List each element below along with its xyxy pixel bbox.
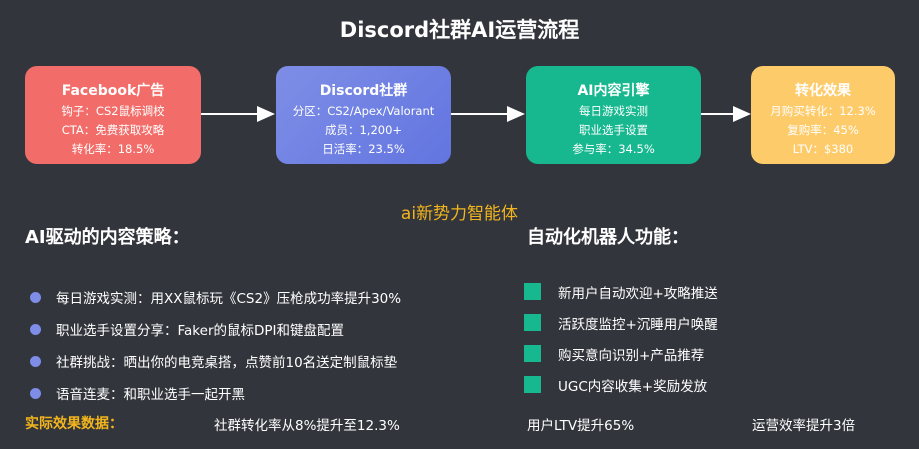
list-item-text: 社群挑战：晒出你的电竞桌搭，点赞前10名送定制鼠标垫 [56,355,398,371]
list-item: 职业选手设置分享：Faker的鼠标DPI和键盘配置 [30,313,401,345]
list-item-text: UGC内容收集+奖励发放 [558,378,708,395]
list-item: 每日游戏实测：用XX鼠标玩《CS2》压枪成功率提升30% [30,281,401,313]
list-item-text: 职业选手设置分享：Faker的鼠标DPI和键盘配置 [56,323,345,339]
bullet-dot-icon [30,355,41,367]
list-item-text: 活跃度监控+沉睡用户唤醒 [558,316,718,333]
ai-content-engine-card-line: 每日游戏实测 [579,104,648,118]
strategy-heading: AI驱动的内容策略： [25,227,190,248]
bullet-dot-icon [30,291,41,303]
result-metric: 运营效率提升3倍 [752,418,856,434]
brand-watermark: ai新势力智能体 [400,204,519,224]
bullet-dot-icon [30,323,41,335]
bot-features-list: 新用户自动欢迎+攻略推送 活跃度监控+沉睡用户唤醒 购买意向识别+产品推荐 UG… [524,276,718,400]
discord-community-card-line: 分区：CS2/Apex/Valorant [292,104,435,118]
bullet-square-icon [524,376,541,393]
page-title: Discord社群AI运营流程 [339,18,580,42]
bullet-square-icon [524,283,541,300]
list-item-text: 购买意向识别+产品推荐 [558,347,705,364]
list-item: 活跃度监控+沉睡用户唤醒 [524,307,718,338]
result-metric: 用户LTV提升65% [527,418,635,434]
conversion-result-card-title: 转化效果 [795,83,851,99]
conversion-result-card: 转化效果 月购买转化：12.3% 复购率：45% LTV：$380 [751,66,895,164]
bullet-square-icon [524,314,541,331]
ai-content-engine-card-line: 参与率：34.5% [572,142,655,156]
list-item: 语音连麦：和职业选手一起开黑 [30,377,401,409]
facebook-ad-card-line: CTA：免费获取攻略 [61,123,165,137]
discord-community-card: Discord社群 分区：CS2/Apex/Valorant 成员：1,200+… [276,66,451,164]
flow-arrow-icon [451,106,525,122]
bullet-dot-icon [30,387,41,399]
results-label: 实际效果数据： [25,416,123,432]
strategy-list: 每日游戏实测：用XX鼠标玩《CS2》压枪成功率提升30% 职业选手设置分享：Fa… [30,281,401,409]
list-item: 购买意向识别+产品推荐 [524,338,718,369]
ai-content-engine-card-title: AI内容引擎 [577,83,650,99]
discord-community-card-title: Discord社群 [319,83,408,99]
facebook-ad-card: Facebook广告 钩子：CS2鼠标调校 CTA：免费获取攻略 转化率：18.… [25,66,201,164]
list-item: UGC内容收集+奖励发放 [524,369,718,400]
conversion-result-card-line: LTV：$380 [792,142,854,156]
facebook-ad-card-title: Facebook广告 [61,83,165,99]
list-item-text: 每日游戏实测：用XX鼠标玩《CS2》压枪成功率提升30% [56,291,402,307]
conversion-result-card-line: 月购买转化：12.3% [770,104,876,118]
bullet-square-icon [524,345,541,362]
list-item: 社群挑战：晒出你的电竞桌搭，点赞前10名送定制鼠标垫 [30,345,401,377]
result-metric: 社群转化率从8%提升至12.3% [214,418,400,434]
list-item-text: 新用户自动欢迎+攻略推送 [558,285,718,302]
flow-arrow-icon [201,106,275,122]
discord-community-card-line: 日活率：23.5% [322,142,405,156]
conversion-result-card-line: 复购率：45% [787,123,859,137]
bot-features-heading: 自动化机器人功能： [527,227,689,248]
facebook-ad-card-line: 转化率：18.5% [71,142,155,156]
list-item: 新用户自动欢迎+攻略推送 [524,276,718,307]
facebook-ad-card-line: 钩子：CS2鼠标调校 [61,104,165,118]
list-item-text: 语音连麦：和职业选手一起开黑 [56,387,245,403]
discord-community-card-line: 成员：1,200+ [324,123,403,137]
ai-content-engine-card: AI内容引擎 每日游戏实测 职业选手设置 参与率：34.5% [526,66,701,164]
ai-content-engine-card-line: 职业选手设置 [579,123,648,137]
flow-arrow-icon [701,106,751,122]
